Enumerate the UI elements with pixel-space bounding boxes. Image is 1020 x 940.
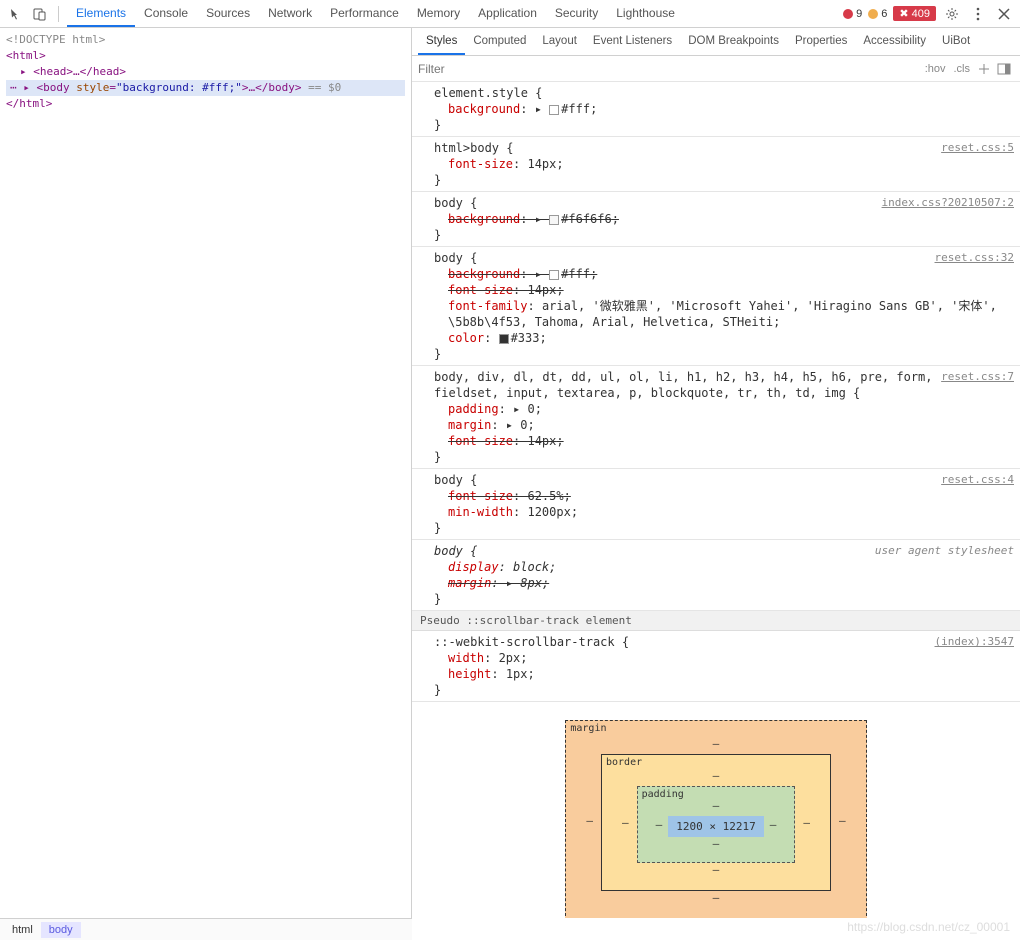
styles-pane: Styles Computed Layout Event Listeners D…: [412, 28, 1020, 918]
add-rule-icon[interactable]: [974, 59, 994, 79]
tab-sources[interactable]: Sources: [197, 0, 259, 27]
css-prop[interactable]: background: ▸ #fff;: [434, 101, 998, 117]
css-prop[interactable]: margin: ▸ 8px;: [434, 575, 998, 591]
pseudo-rule[interactable]: (index):3547 ::-webkit-scrollbar-track {…: [412, 631, 1020, 702]
separator: [58, 6, 59, 22]
tab-performance[interactable]: Performance: [321, 0, 408, 27]
rule-source-link[interactable]: reset.css:5: [941, 140, 1014, 156]
rule-source-link[interactable]: reset.css:4: [941, 472, 1014, 488]
css-rule[interactable]: reset.css:32body {background: ▸ #fff;fon…: [412, 247, 1020, 366]
subtab-styles[interactable]: Styles: [418, 28, 465, 55]
subtab-uibot[interactable]: UiBot: [934, 28, 978, 55]
watermark: https://blog.csdn.net/cz_00001: [847, 920, 1010, 934]
css-rule[interactable]: reset.css:4body {font-size: 62.5%;min-wi…: [412, 469, 1020, 540]
css-rule[interactable]: index.css?20210507:2body {background: ▸ …: [412, 192, 1020, 247]
bm-margin-label: margin: [570, 723, 606, 734]
cls-toggle[interactable]: .cls: [954, 63, 971, 75]
pseudo-header: Pseudo ::scrollbar-track element: [412, 611, 1020, 631]
tab-console[interactable]: Console: [135, 0, 197, 27]
crumb-html[interactable]: html: [4, 922, 41, 938]
rule-source-link[interactable]: (index):3547: [935, 634, 1014, 650]
css-prop[interactable]: color: #333;: [434, 330, 998, 346]
css-prop[interactable]: font-size: 14px;: [434, 282, 998, 298]
devtools-toolbar: Elements Console Sources Network Perform…: [0, 0, 1020, 28]
filter-input[interactable]: [418, 62, 921, 76]
rule-selector[interactable]: body {: [434, 250, 998, 266]
subtab-eventlisteners[interactable]: Event Listeners: [585, 28, 680, 55]
filter-bar: :hov .cls: [412, 56, 1020, 82]
computed-panel-icon[interactable]: [994, 59, 1014, 79]
bm-padding-label: padding: [642, 789, 684, 800]
styles-body[interactable]: element.style {background: ▸ #fff;}reset…: [412, 82, 1020, 918]
warnings-count: 6: [881, 8, 887, 20]
blocked-badge[interactable]: ✖ 409: [893, 6, 936, 21]
bm-border-label: border: [606, 757, 642, 768]
warnings-badge[interactable]: 6: [868, 8, 887, 20]
main-split: <!DOCTYPE html> <html> ▸ <head>…</head> …: [0, 28, 1020, 918]
main-tabs: Elements Console Sources Network Perform…: [67, 0, 684, 27]
toolbar-right: 9 6 ✖ 409: [843, 4, 1014, 24]
subtab-dombreakpoints[interactable]: DOM Breakpoints: [680, 28, 787, 55]
css-prop[interactable]: font-size: 62.5%;: [434, 488, 998, 504]
dom-body-selected[interactable]: ⋯ ▸ <body style="background: #fff;">…</b…: [6, 80, 405, 96]
rule-source-link[interactable]: index.css?20210507:2: [882, 195, 1014, 211]
rule-source-link[interactable]: reset.css:7: [941, 369, 1014, 385]
device-toggle-icon[interactable]: [30, 4, 50, 24]
css-prop[interactable]: font-family: arial, '微软雅黑', 'Microsoft Y…: [434, 298, 998, 330]
rule-selector[interactable]: html>body {: [434, 140, 998, 156]
tab-elements[interactable]: Elements: [67, 0, 135, 27]
subtab-layout[interactable]: Layout: [534, 28, 585, 55]
rule-selector[interactable]: element.style {: [434, 85, 998, 101]
css-prop[interactable]: height: 1px;: [434, 666, 998, 682]
tab-network[interactable]: Network: [259, 0, 321, 27]
hov-toggle[interactable]: :hov: [925, 63, 946, 75]
css-prop[interactable]: background: ▸ #f6f6f6;: [434, 211, 998, 227]
bm-content: 1200 × 12217: [668, 816, 763, 837]
inspect-icon[interactable]: [6, 4, 26, 24]
rule-selector[interactable]: body {: [434, 472, 998, 488]
dom-html-close: </html>: [6, 96, 405, 112]
rule-source-link[interactable]: reset.css:32: [935, 250, 1014, 266]
breadcrumb: html body: [0, 918, 412, 940]
sub-tabs: Styles Computed Layout Event Listeners D…: [412, 28, 1020, 56]
crumb-body[interactable]: body: [41, 922, 81, 938]
gear-icon[interactable]: [942, 4, 962, 24]
tab-security[interactable]: Security: [546, 0, 607, 27]
tab-memory[interactable]: Memory: [408, 0, 469, 27]
box-model[interactable]: margin – – border – – padding –: [412, 702, 1020, 918]
kebab-icon[interactable]: [968, 4, 988, 24]
close-icon[interactable]: [994, 4, 1014, 24]
dom-tree[interactable]: <!DOCTYPE html> <html> ▸ <head>…</head> …: [0, 28, 412, 918]
dom-head[interactable]: ▸ <head>…</head>: [6, 64, 405, 80]
css-rule[interactable]: user agent stylesheetbody {display: bloc…: [412, 540, 1020, 611]
rule-selector[interactable]: ::-webkit-scrollbar-track {: [434, 634, 998, 650]
css-prop[interactable]: font-size: 14px;: [434, 156, 998, 172]
css-prop[interactable]: margin: ▸ 0;: [434, 417, 998, 433]
errors-badge[interactable]: 9: [843, 8, 862, 20]
errors-count: 9: [856, 8, 862, 20]
css-rule[interactable]: reset.css:7body, div, dl, dt, dd, ul, ol…: [412, 366, 1020, 469]
css-prop[interactable]: background: ▸ #fff;: [434, 266, 998, 282]
css-prop[interactable]: min-width: 1200px;: [434, 504, 998, 520]
subtab-computed[interactable]: Computed: [465, 28, 534, 55]
dom-doctype: <!DOCTYPE html>: [6, 32, 405, 48]
css-rule[interactable]: reset.css:5html>body {font-size: 14px;}: [412, 137, 1020, 192]
subtab-accessibility[interactable]: Accessibility: [855, 28, 934, 55]
blocked-count: 409: [912, 8, 930, 20]
tab-lighthouse[interactable]: Lighthouse: [607, 0, 684, 27]
dom-html-open: <html>: [6, 48, 405, 64]
css-prop[interactable]: display: block;: [434, 559, 998, 575]
subtab-properties[interactable]: Properties: [787, 28, 855, 55]
tab-application[interactable]: Application: [469, 0, 546, 27]
css-rule[interactable]: element.style {background: ▸ #fff;}: [412, 82, 1020, 137]
css-prop[interactable]: padding: ▸ 0;: [434, 401, 998, 417]
rule-selector[interactable]: body, div, dl, dt, dd, ul, ol, li, h1, h…: [434, 369, 998, 401]
block-icon: ✖: [899, 7, 908, 20]
css-prop[interactable]: width: 2px;: [434, 650, 998, 666]
css-prop[interactable]: font-size: 14px;: [434, 433, 998, 449]
rule-source-link[interactable]: user agent stylesheet: [875, 543, 1014, 559]
